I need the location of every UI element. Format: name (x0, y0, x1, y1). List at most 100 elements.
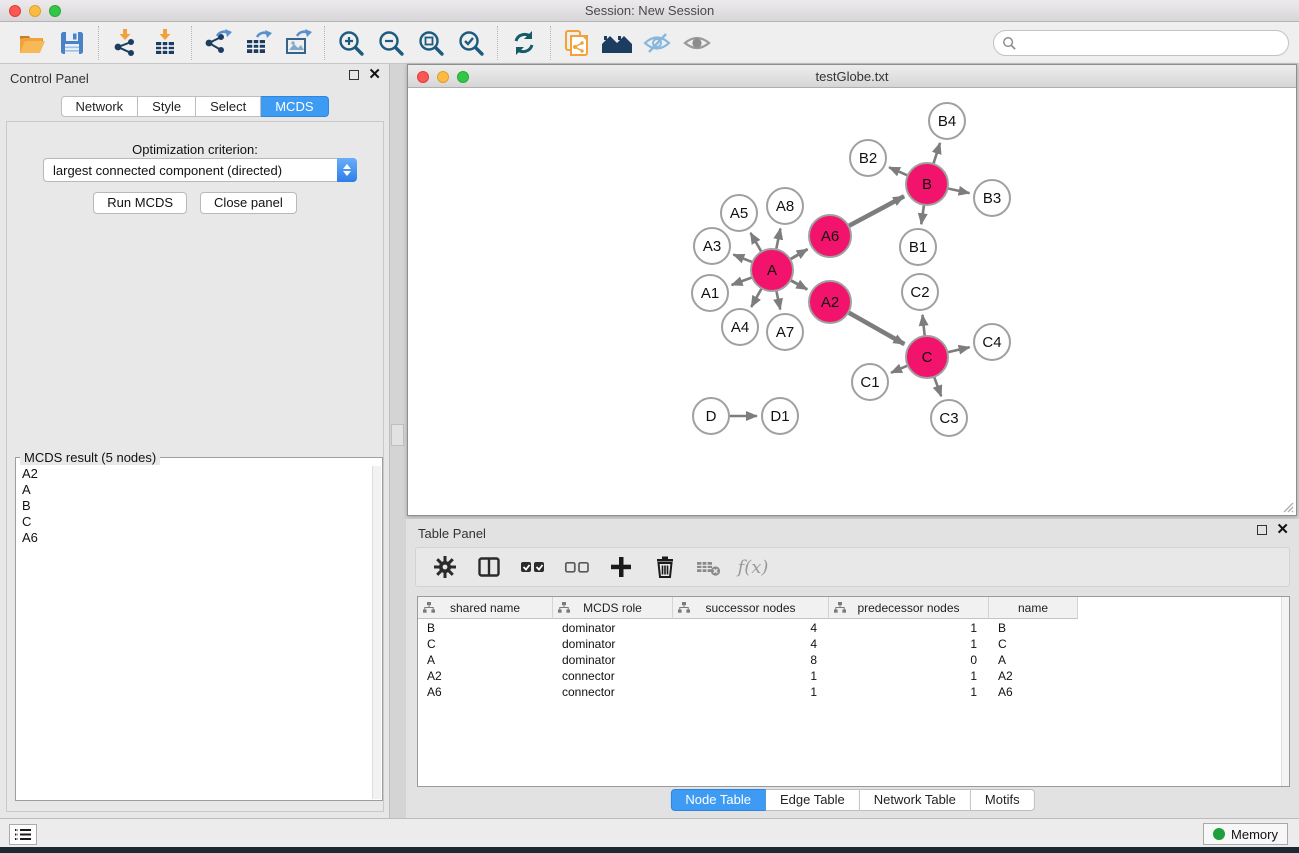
network-canvas[interactable]: B4B2BB3A5A8A6A3B1AA1C2A2A4A7CC4C1C3DD1 (408, 88, 1296, 515)
result-item[interactable]: B (17, 498, 372, 514)
graph-edge-A-A4[interactable] (751, 287, 762, 307)
table-cell: A (418, 652, 553, 668)
zoom-in-button[interactable] (331, 25, 371, 61)
graph-node-label: C4 (982, 334, 1001, 351)
import-network-button[interactable] (105, 25, 145, 61)
column-header-predecessor-nodes[interactable]: predecessor nodes (829, 597, 989, 619)
graph-edge-C-C4[interactable] (946, 347, 970, 353)
graph-edge-C-C3[interactable] (933, 375, 941, 396)
table-row[interactable]: Adominator80A (418, 652, 1280, 668)
tab-style[interactable]: Style (138, 96, 196, 117)
column-header-successor-nodes[interactable]: successor nodes (673, 597, 829, 619)
graph-edge-B-B2[interactable] (889, 167, 910, 176)
float-panel-icon[interactable] (349, 70, 359, 80)
import-table-button[interactable] (145, 25, 185, 61)
result-scrollbar[interactable] (372, 466, 381, 799)
tab-network[interactable]: Network (60, 96, 138, 117)
graph-edge-A-A1[interactable] (732, 277, 755, 285)
graph-edge-C-C2[interactable] (922, 315, 925, 338)
tab-mcds[interactable]: MCDS (261, 96, 328, 117)
control-panel: Control Panel ✕ NetworkStyleSelectMCDS O… (0, 64, 390, 818)
table-cell: 1 (829, 636, 989, 652)
search-input[interactable] (1022, 36, 1288, 51)
zoom-out-button[interactable] (371, 25, 411, 61)
memory-button[interactable]: Memory (1203, 823, 1288, 845)
toolbar-separator (191, 26, 192, 60)
deselect-all-icon (563, 554, 591, 580)
graph-edge-B-B3[interactable] (946, 188, 970, 193)
zoom-selected-button[interactable] (451, 25, 491, 61)
graph-edge-A6-B[interactable] (847, 196, 904, 227)
show-graphics-button[interactable] (677, 25, 717, 61)
result-item[interactable]: C (17, 514, 372, 530)
delete-column-button[interactable] (650, 552, 680, 582)
graph-edge-C-C1[interactable] (891, 365, 910, 373)
home-button[interactable] (597, 25, 637, 61)
table-row[interactable]: A6connector11A6 (418, 684, 1280, 700)
graph-edge-A-A8[interactable] (776, 229, 781, 252)
dropdown-stepper-icon (337, 158, 357, 182)
mcds-tab-content: Optimization criterion: largest connecte… (6, 121, 384, 853)
graph-edge-B-B1[interactable] (921, 203, 924, 224)
search-field[interactable] (993, 30, 1289, 56)
hide-graphics-button[interactable] (637, 25, 677, 61)
close-panel-button[interactable]: Close panel (200, 192, 297, 214)
result-item[interactable]: A (17, 482, 372, 498)
column-header-shared-name[interactable]: shared name (418, 597, 553, 619)
tab-select[interactable]: Select (196, 96, 261, 117)
graph-node-label: B (922, 176, 932, 193)
zoom-fit-button[interactable] (411, 25, 451, 61)
table-row[interactable]: Cdominator41C (418, 636, 1280, 652)
result-item[interactable]: A2 (17, 466, 372, 482)
select-all-button[interactable] (518, 552, 548, 582)
delete-table-button[interactable] (694, 552, 724, 582)
task-history-button[interactable] (9, 824, 37, 845)
tab-edge-table[interactable]: Edge Table (766, 789, 860, 811)
deselect-all-button[interactable] (562, 552, 592, 582)
network-file-button[interactable] (557, 25, 597, 61)
resize-grip-icon[interactable] (1280, 499, 1294, 513)
close-table-panel-icon[interactable]: ✕ (1276, 525, 1289, 535)
table-scrollbar[interactable] (1281, 597, 1289, 786)
control-panel-tabs: NetworkStyleSelectMCDS (60, 96, 328, 117)
panel-splitter-handle[interactable] (391, 424, 404, 446)
export-network-button[interactable] (198, 25, 238, 61)
node-table[interactable]: shared nameMCDS rolesuccessor nodesprede… (417, 596, 1290, 787)
table-cell: B (989, 620, 1078, 636)
graph-edge-A-A2[interactable] (789, 279, 808, 289)
graph-edge-B-B4[interactable] (933, 143, 940, 166)
graph-edge-A-A3[interactable] (733, 255, 754, 263)
graph-edge-A-A6[interactable] (788, 249, 807, 260)
table-settings-button[interactable] (430, 552, 460, 582)
result-item[interactable]: A6 (17, 530, 372, 546)
tab-node-table[interactable]: Node Table (670, 789, 766, 811)
split-columns-button[interactable] (474, 552, 504, 582)
optimization-criterion-dropdown[interactable]: largest connected component (directed) (43, 158, 357, 182)
mcds-result-list[interactable]: A2ABCA6 (17, 466, 372, 799)
tab-motifs[interactable]: Motifs (971, 789, 1035, 811)
table-row[interactable]: Bdominator41B (418, 620, 1280, 636)
network-window-title: testGlobe.txt (408, 69, 1296, 84)
refresh-button[interactable] (504, 25, 544, 61)
mcds-panel-box: Optimization criterion: largest connecte… (6, 121, 384, 812)
add-column-button[interactable] (606, 552, 636, 582)
graph-edge-A-A5[interactable] (751, 233, 763, 254)
save-button[interactable] (52, 25, 92, 61)
graph-node-label: C1 (860, 374, 879, 391)
column-header-MCDS-role[interactable]: MCDS role (553, 597, 673, 619)
function-builder-button[interactable]: f(x) (738, 552, 768, 582)
graph-edge-A-A7[interactable] (776, 289, 780, 310)
export-image-button[interactable] (278, 25, 318, 61)
export-image-icon (283, 28, 313, 58)
graph-edge-A2-C[interactable] (847, 311, 905, 344)
export-table-button[interactable] (238, 25, 278, 61)
close-panel-icon[interactable]: ✕ (368, 70, 381, 80)
open-button[interactable] (12, 25, 52, 61)
run-mcds-button[interactable]: Run MCDS (93, 192, 187, 214)
graph-node-label: D1 (770, 408, 789, 425)
tab-network-table[interactable]: Network Table (860, 789, 971, 811)
table-row[interactable]: A2connector11A2 (418, 668, 1280, 684)
mcds-result-title: MCDS result (5 nodes) (20, 450, 160, 465)
float-table-panel-icon[interactable] (1257, 525, 1267, 535)
column-header-name[interactable]: name (989, 597, 1078, 619)
